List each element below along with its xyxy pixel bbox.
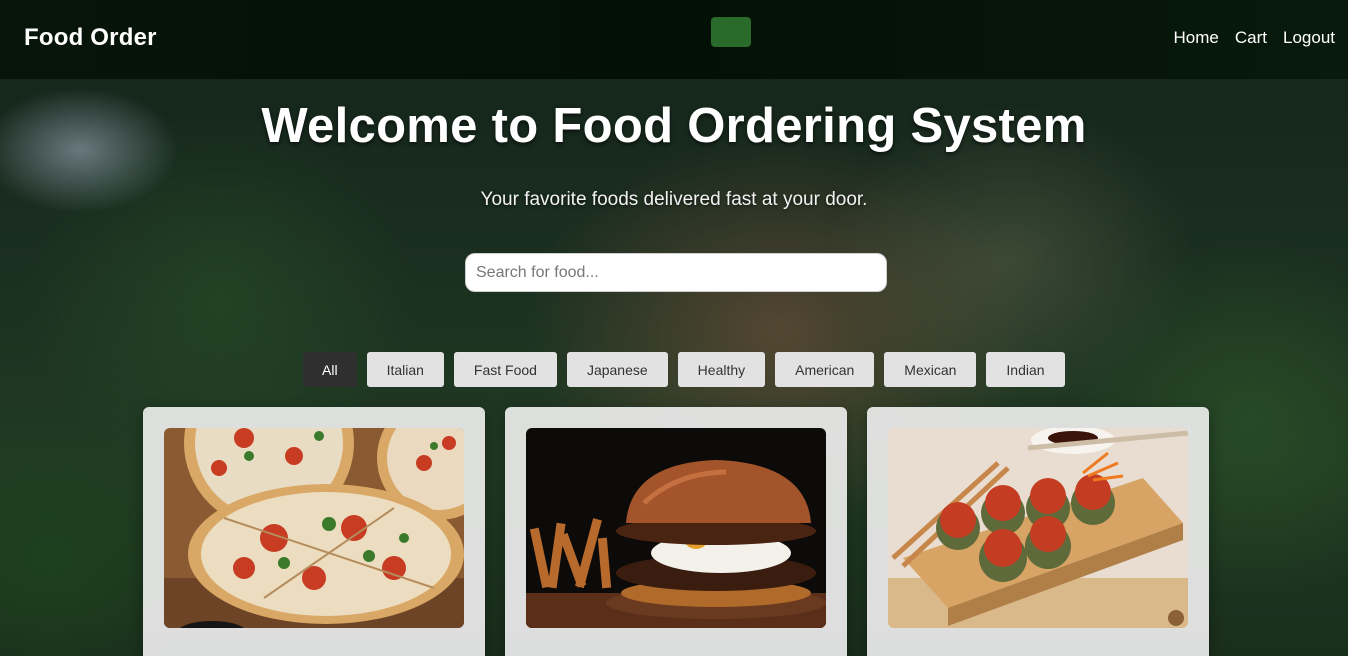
category-all-button[interactable]: All <box>303 352 357 387</box>
hero-title: Welcome to Food Ordering System <box>261 99 1087 153</box>
category-filter-bar: All Italian Fast Food Japanese Healthy A… <box>303 352 1065 387</box>
category-healthy-button[interactable]: Healthy <box>677 352 766 387</box>
category-indian-button[interactable]: Indian <box>986 352 1065 387</box>
category-mexican-button[interactable]: Mexican <box>884 352 977 387</box>
nav-links: Home Cart Logout <box>1174 28 1335 48</box>
nav-link-logout[interactable]: Logout <box>1283 28 1335 48</box>
brand-logo[interactable]: Food Order <box>24 24 157 52</box>
burger-image <box>526 428 826 628</box>
food-card-sushi[interactable] <box>867 407 1209 656</box>
food-card-burger[interactable] <box>505 407 847 656</box>
nav-center-button[interactable] <box>711 17 751 47</box>
category-fast-food-button[interactable]: Fast Food <box>453 352 557 387</box>
search-input[interactable] <box>465 253 887 292</box>
category-american-button[interactable]: American <box>775 352 875 387</box>
category-italian-button[interactable]: Italian <box>366 352 444 387</box>
navbar: Food Order Home Cart Logout <box>0 0 1348 79</box>
pizza-image <box>164 428 464 628</box>
nav-link-home[interactable]: Home <box>1174 28 1219 48</box>
nav-link-cart[interactable]: Cart <box>1235 28 1267 48</box>
food-card-pizza[interactable] <box>143 407 485 656</box>
hero-subtitle: Your favorite foods delivered fast at yo… <box>480 189 868 210</box>
category-japanese-button[interactable]: Japanese <box>566 352 668 387</box>
sushi-image <box>888 428 1188 628</box>
